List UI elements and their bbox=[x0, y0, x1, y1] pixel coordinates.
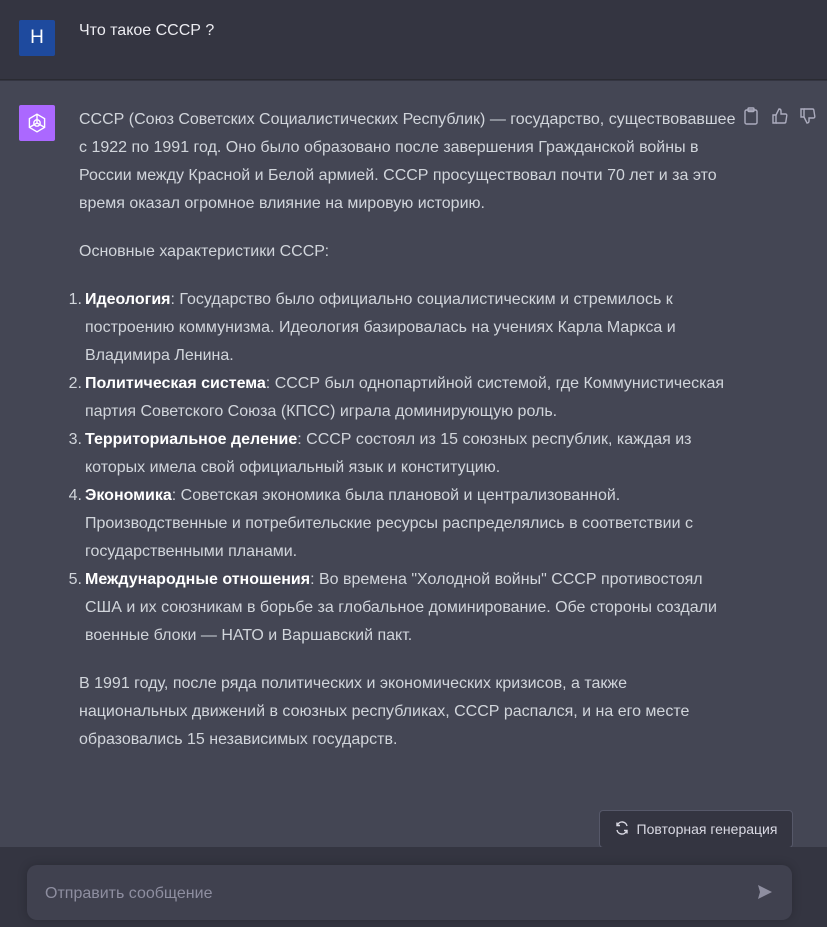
message-input[interactable] bbox=[43, 881, 727, 907]
composer-area bbox=[0, 847, 827, 927]
regenerate-button[interactable]: Повторная генерация bbox=[599, 810, 793, 848]
message-composer bbox=[27, 865, 792, 920]
assistant-answer: СССР (Союз Советских Социалистических Ре… bbox=[68, 106, 739, 774]
characteristics-list: 1. Идеология: Государство было официально… bbox=[68, 286, 739, 650]
list-item: 2. Политическая система: СССР был однопар… bbox=[68, 375, 725, 420]
user-avatar: H bbox=[19, 20, 55, 56]
message-actions bbox=[743, 107, 817, 125]
regenerate-label: Повторная генерация bbox=[636, 821, 778, 837]
thumbs-up-icon[interactable] bbox=[771, 107, 789, 125]
thumbs-down-icon[interactable] bbox=[799, 107, 817, 125]
list-item: 3. Территориальное деление: СССР состоял … bbox=[68, 431, 692, 476]
answer-subheading: Основные характеристики СССР: bbox=[79, 243, 330, 260]
assistant-message-row: СССР (Союз Советских Социалистических Ре… bbox=[0, 81, 827, 847]
list-item: 1. Идеология: Государство было официально… bbox=[68, 291, 676, 364]
answer-conclusion: В 1991 году, после ряда политических и э… bbox=[79, 675, 690, 748]
refresh-icon bbox=[615, 820, 629, 838]
user-message-row: H Что такое СССР ? bbox=[0, 0, 827, 80]
send-icon[interactable] bbox=[756, 883, 774, 901]
answer-intro: СССР (Союз Советских Социалистических Ре… bbox=[79, 111, 736, 212]
chatgpt-logo-icon bbox=[19, 105, 55, 141]
clipboard-icon[interactable] bbox=[743, 107, 761, 125]
user-message-text: Что такое СССР ? bbox=[79, 22, 215, 39]
list-item: 5. Международные отношения: Во времена "Х… bbox=[68, 571, 717, 644]
list-item: 4. Экономика: Советская экономика была пл… bbox=[68, 487, 693, 560]
